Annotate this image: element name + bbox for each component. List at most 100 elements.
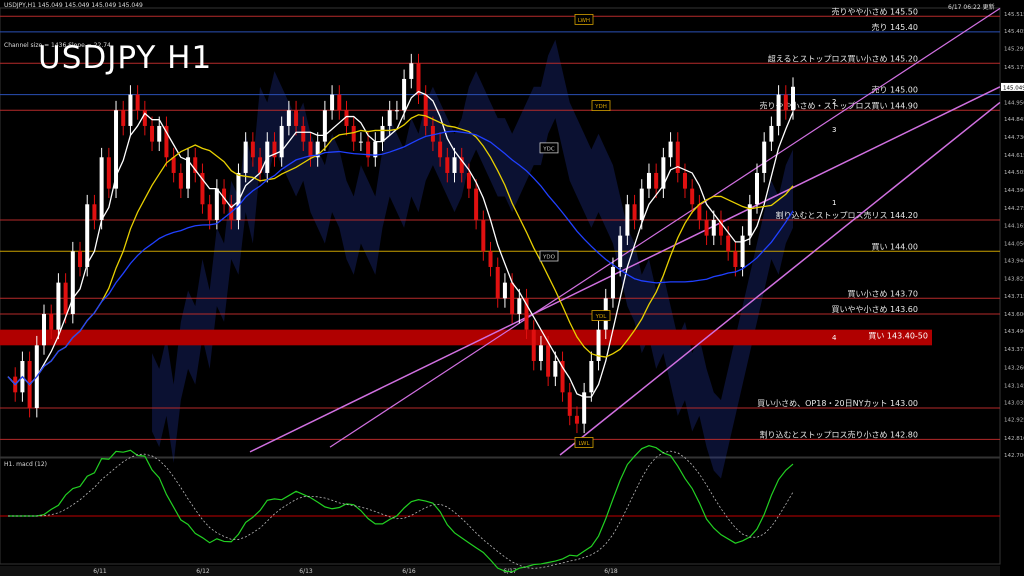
- candle-body-90: [654, 172, 659, 189]
- candle-body-107: [776, 94, 781, 126]
- price-tick-16: 143.715: [1004, 294, 1024, 300]
- macd-line: [8, 445, 794, 573]
- price-tick-19: 143.375: [1004, 347, 1024, 353]
- price-tag-0: LWH: [578, 18, 590, 24]
- candle-body-46: [337, 94, 342, 111]
- macd-panel-frame: [0, 457, 1001, 565]
- candle-body-12: [92, 204, 97, 220]
- candle-body-52: [380, 125, 385, 142]
- candle-body-66: [481, 219, 486, 252]
- price-tick-21: 143.145: [1004, 383, 1024, 389]
- price-tick-12: 144.165: [1004, 223, 1024, 229]
- wave-label-0: 1: [832, 199, 836, 207]
- wave-label-3: 4: [832, 334, 837, 342]
- chart-stage: 売りやや小さめ 145.50 売り 145.40 超えるとストップロス買い小さめ 1…: [0, 0, 1024, 576]
- candle-body-38: [279, 125, 284, 158]
- candle-body-104: [754, 172, 759, 205]
- candle-body-108: [783, 94, 788, 111]
- candle-body-45: [330, 94, 335, 111]
- candle-body-18: [135, 94, 140, 111]
- candle-body-11: [85, 204, 90, 267]
- level-label-3: 売り 145.00: [871, 85, 918, 95]
- price-tick-0: 145.515: [1004, 12, 1024, 18]
- candle-body-28: [207, 204, 212, 220]
- candle-body-85: [618, 235, 623, 267]
- level-label-11: 割り込むとストップロス売り小さめ 142.80: [759, 429, 918, 439]
- channel-mid-line: [329, 7, 1001, 448]
- price-tag-2: YDC: [542, 146, 555, 152]
- candle-body-81: [589, 360, 594, 393]
- candle-body-94: [682, 172, 687, 189]
- candle-body-33: [243, 141, 248, 173]
- price-tick-15: 143.825: [1004, 277, 1024, 283]
- price-tick-24: 142.810: [1004, 436, 1024, 442]
- candle-body-10: [78, 251, 83, 267]
- level-label-6: 買い 144.00: [871, 242, 918, 251]
- candle-body-67: [488, 251, 493, 267]
- price-tag-4: YDL: [595, 314, 608, 320]
- ichimoku-cloud: [152, 39, 794, 479]
- candle-body-8: [63, 282, 68, 314]
- candle-body-53: [387, 110, 392, 126]
- candle-body-79: [574, 415, 579, 424]
- price-tick-18: 143.490: [1004, 329, 1024, 335]
- price-tick-23: 142.925: [1004, 418, 1024, 424]
- level-label-7: 買い小さめ 143.70: [847, 289, 918, 298]
- candle-body-101: [733, 251, 738, 267]
- candle-body-58: [423, 94, 428, 126]
- price-tag-3: YDO: [542, 255, 556, 261]
- wave-label-2: 3: [832, 126, 836, 134]
- candle-body-89: [646, 172, 651, 189]
- time-label-2: 6/13: [299, 568, 313, 575]
- candle-body-102: [740, 235, 745, 267]
- candle-body-34: [250, 141, 255, 158]
- price-tick-5: 144.950: [1004, 100, 1024, 106]
- channel-upper-line: [249, 86, 1001, 453]
- candle-body-76: [553, 360, 558, 377]
- candle-body-61: [445, 157, 450, 173]
- candle-body-54: [394, 110, 399, 112]
- price-tick-2: 145.295: [1004, 46, 1024, 52]
- candle-body-49: [358, 141, 363, 143]
- price-tick-6: 144.845: [1004, 117, 1024, 123]
- candle-body-29: [214, 188, 219, 220]
- candle-body-95: [690, 188, 695, 205]
- candle-body-14: [106, 157, 111, 189]
- level-label-2: 超えるとストップロス買い小さめ 145.20: [768, 53, 918, 63]
- candle-body-23: [171, 157, 176, 173]
- price-tick-25: 142.700: [1004, 453, 1024, 459]
- price-tick-22: 143.035: [1004, 401, 1024, 407]
- candle-body-60: [438, 141, 443, 158]
- candle-body-48: [351, 125, 356, 142]
- time-label-3: 6/16: [402, 568, 416, 575]
- candle-body-17: [128, 94, 133, 126]
- candle-body-59: [430, 125, 435, 142]
- page-title: USDJPY H1: [38, 40, 213, 76]
- current-price-label: 145.049: [1003, 85, 1024, 91]
- level-label-10: 買い小さめ、OP18・20日NYカット 143.00: [757, 399, 918, 408]
- candle-body-97: [704, 219, 709, 236]
- candle-body-6: [49, 313, 54, 330]
- candle-body-87: [632, 204, 637, 220]
- candle-body-16: [121, 110, 126, 126]
- level-label-5: 割り込むとストップロス売リス 144.20: [775, 210, 918, 220]
- candle-body-70: [510, 282, 515, 314]
- level-label-8: 買いやや小さめ 143.60: [831, 305, 918, 314]
- price-tick-1: 145.405: [1004, 29, 1024, 35]
- time-label-1: 6/12: [196, 568, 210, 575]
- level-label-9: 買い 143.40-50: [868, 332, 928, 341]
- price-tick-8: 144.615: [1004, 153, 1024, 159]
- candle-body-93: [675, 141, 680, 173]
- price-tick-14: 143.940: [1004, 259, 1024, 265]
- time-label-5: 6/18: [604, 568, 618, 575]
- candle-body-100: [726, 235, 731, 252]
- candle-body-55: [402, 78, 407, 111]
- candle-body-20: [150, 125, 155, 142]
- price-tick-20: 143.260: [1004, 365, 1024, 371]
- candle-body-42: [308, 141, 313, 158]
- candle-body-88: [639, 188, 644, 220]
- candle-body-40: [294, 110, 299, 126]
- candle-body-7: [56, 282, 61, 330]
- candle-body-21: [157, 125, 162, 142]
- candle-body-74: [538, 345, 543, 361]
